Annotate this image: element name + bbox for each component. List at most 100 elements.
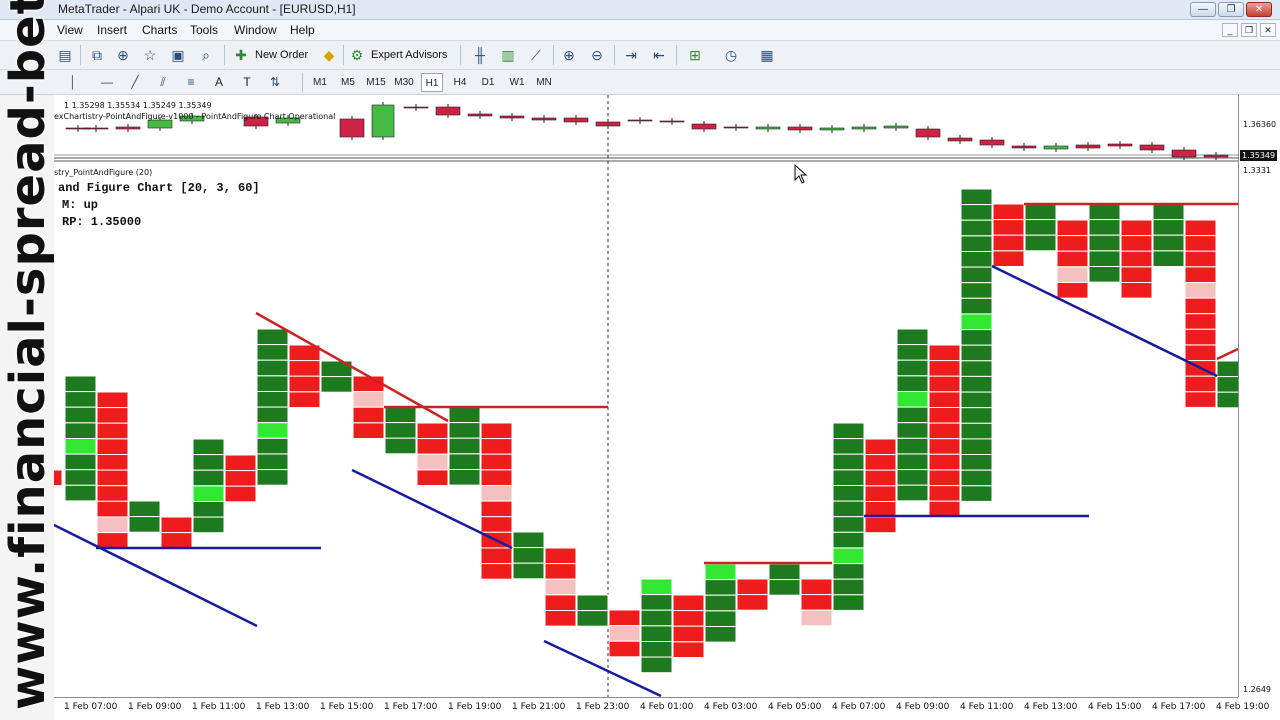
candle-group	[65, 102, 1229, 160]
pf-box	[896, 406, 929, 424]
terminal-icon[interactable]: ▣	[167, 44, 189, 66]
crosshair-icon[interactable]: ⊕	[112, 44, 134, 66]
equidistant-channel-icon[interactable]: ⫽	[152, 71, 174, 93]
bar-chart-icon[interactable]: ╫	[469, 44, 491, 66]
pf-box	[928, 375, 961, 393]
indicators-icon[interactable]: ⊞	[684, 44, 706, 66]
resistance-line	[1216, 347, 1239, 361]
indicator-status: exChartistry-PointAndFigure-v1000 - Poin…	[54, 112, 336, 121]
time-label: 1 Feb 17:00	[384, 702, 438, 712]
expert-advisors-icon[interactable]: ⚙	[346, 44, 368, 66]
menu-view[interactable]: View	[57, 23, 83, 37]
timeframe-w1[interactable]: W1	[506, 73, 528, 92]
toolbar-separator	[224, 45, 225, 65]
arrows-icon[interactable]: ⇅	[264, 71, 286, 93]
candle	[1011, 145, 1037, 149]
pf-box	[928, 344, 961, 362]
timeframe-m1[interactable]: M1	[309, 73, 331, 92]
close-button[interactable]: ✕	[1246, 2, 1272, 17]
vertical-line-icon[interactable]: │	[62, 71, 84, 93]
toolbar-separator	[460, 45, 461, 65]
menu-window[interactable]: Window	[234, 23, 277, 37]
pf-box	[1056, 266, 1089, 283]
line-studies-toolbar: │ — ╱ ⫽ ≡ A T ⇅ M1 M5 M15 M30 H1 H4 D1 W…	[0, 70, 1280, 95]
candlestick-icon[interactable]: ▥	[497, 44, 519, 66]
new-order-button[interactable]: New Order	[255, 44, 308, 66]
new-order-icon[interactable]: ✚	[230, 44, 252, 66]
timeframe-mn[interactable]: MN	[532, 73, 556, 92]
candle	[723, 126, 749, 129]
zoom-out-icon[interactable]: ⊖	[586, 44, 608, 66]
expert-advisors-button[interactable]: Expert Advisors	[371, 44, 447, 66]
pf-box	[896, 375, 929, 392]
pf-box	[160, 532, 193, 549]
pf-box	[192, 438, 225, 456]
profiles-icon[interactable]: ⧉	[86, 44, 108, 66]
pf-box	[832, 500, 865, 518]
timeframe-h4[interactable]: H4	[449, 73, 471, 92]
auto-scroll-icon[interactable]: ⇥	[620, 44, 642, 66]
metaeditor-icon[interactable]: ◆	[318, 44, 340, 66]
pf-box	[704, 626, 737, 643]
mdi-minimize-button[interactable]: _	[1222, 23, 1238, 37]
pf-box	[640, 625, 673, 643]
line-chart-icon[interactable]: ⟋	[525, 44, 547, 66]
restore-button[interactable]: ❐	[1218, 2, 1244, 17]
time-label: 4 Feb 17:00	[1152, 702, 1206, 712]
pf-box	[928, 438, 961, 455]
candle	[1043, 145, 1069, 150]
timeframe-h1[interactable]: H1	[421, 73, 443, 92]
pf-box	[896, 469, 929, 486]
trendline-icon[interactable]: ╱	[124, 71, 146, 93]
navigator-icon[interactable]: ☆	[139, 44, 161, 66]
new-chart-icon[interactable]: ▤	[54, 44, 76, 66]
templates-icon[interactable]: ▦	[756, 44, 778, 66]
chart-shift-icon[interactable]: ⇤	[648, 44, 670, 66]
candle	[467, 113, 493, 117]
mdi-close-button[interactable]: ✕	[1260, 23, 1276, 37]
fibonacci-icon[interactable]: ≡	[180, 71, 202, 93]
text-icon[interactable]: A	[208, 71, 230, 93]
pf-box	[576, 594, 609, 612]
pf-box	[800, 594, 833, 611]
zoom-in-icon[interactable]: ⊕	[558, 44, 580, 66]
pf-box	[64, 406, 97, 424]
time-label: 1 Feb 23:00	[576, 702, 630, 712]
time-scale[interactable]: 1 Feb 07:00 1 Feb 09:00 1 Feb 11:00 1 Feb 1…	[54, 697, 1269, 720]
pf-box	[224, 454, 257, 472]
candle	[659, 120, 685, 123]
pf-box	[64, 469, 97, 486]
pf-box	[896, 344, 929, 361]
periods-icon[interactable]: ◷	[720, 44, 742, 66]
timeframe-m30[interactable]: M30	[392, 73, 416, 92]
toolbar-separator	[302, 73, 303, 92]
mdi-restore-button[interactable]: ❐	[1241, 23, 1257, 37]
minimize-button[interactable]: —	[1190, 2, 1216, 17]
menu-insert[interactable]: Insert	[97, 23, 127, 37]
time-label: 4 Feb 01:00	[640, 702, 694, 712]
menu-tools[interactable]: Tools	[190, 23, 218, 37]
candle	[1203, 154, 1229, 158]
pf-box	[1120, 250, 1153, 268]
timeframe-m5[interactable]: M5	[337, 73, 359, 92]
pf-box	[800, 609, 833, 627]
pf-box	[672, 641, 705, 659]
timeframe-m15[interactable]: M15	[364, 73, 388, 92]
pf-box	[96, 454, 129, 471]
strategy-tester-icon[interactable]: ⌕	[195, 44, 217, 66]
pf-box	[480, 563, 513, 580]
horizontal-line-icon[interactable]: —	[96, 71, 118, 93]
menu-charts[interactable]: Charts	[142, 23, 177, 37]
price-scale[interactable]: 1.36360 1.35349 1.3331 1.2649	[1238, 95, 1280, 697]
text-label-icon[interactable]: T	[236, 71, 258, 93]
timeframe-d1[interactable]: D1	[477, 73, 499, 92]
menu-help[interactable]: Help	[290, 23, 315, 37]
pf-box	[256, 375, 289, 392]
pf-box	[1184, 344, 1217, 362]
candle	[627, 119, 653, 122]
pf-box	[480, 516, 513, 533]
pf-box	[1184, 313, 1217, 330]
pf-box	[832, 578, 865, 596]
pf-box	[960, 407, 993, 424]
price-label: 1.36360	[1243, 120, 1277, 129]
